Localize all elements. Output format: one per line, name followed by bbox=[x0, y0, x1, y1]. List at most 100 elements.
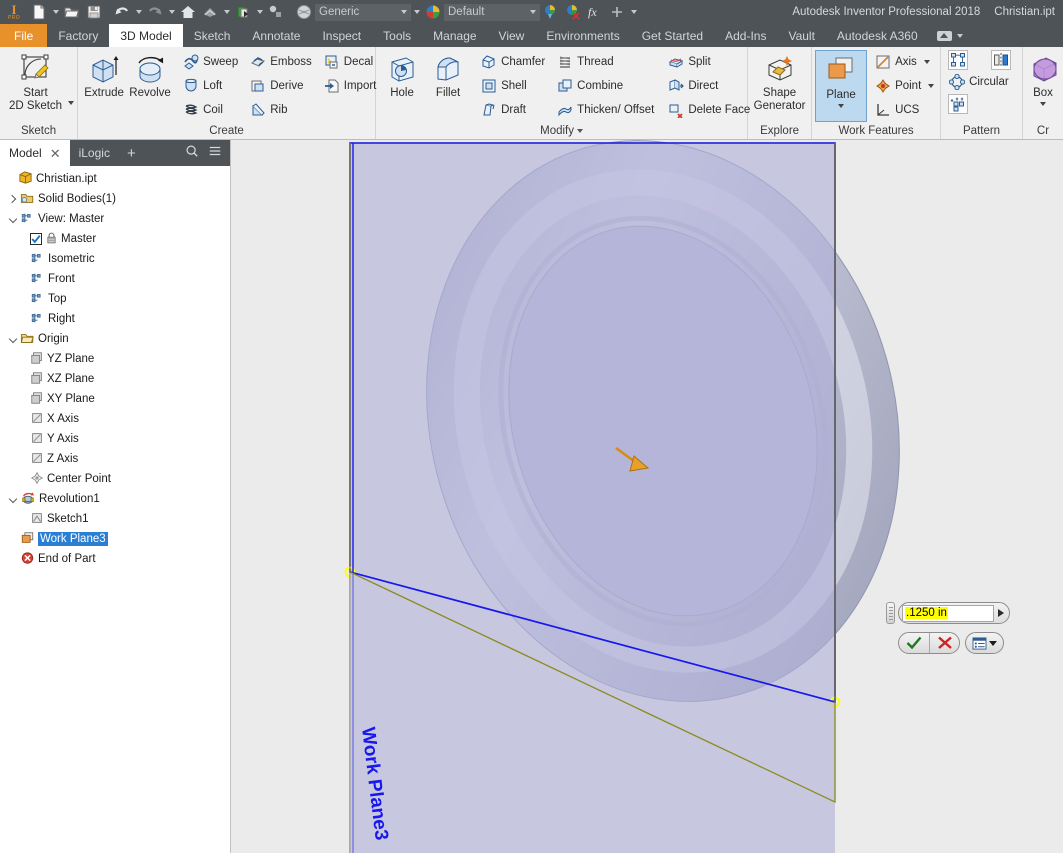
tree-item-solid-bodies[interactable]: Solid Bodies(1) bbox=[0, 189, 230, 209]
start-2d-sketch-button[interactable]: Start 2D Sketch bbox=[3, 50, 68, 113]
new-file-dropdown-icon[interactable] bbox=[50, 1, 61, 23]
ok-button[interactable] bbox=[899, 633, 929, 653]
work-axis-dropdown-icon[interactable] bbox=[923, 60, 930, 64]
tab-sketch[interactable]: Sketch bbox=[183, 24, 242, 47]
tree-item-work-plane3[interactable]: Work Plane3 bbox=[0, 529, 230, 549]
tree-item-z-axis[interactable]: Z Axis bbox=[0, 449, 230, 469]
tree-item-top[interactable]: Top bbox=[0, 289, 230, 309]
extrude-button[interactable]: Extrude bbox=[81, 50, 127, 101]
split-button[interactable]: Split bbox=[664, 50, 754, 74]
ucs-button[interactable]: UCS bbox=[871, 98, 938, 122]
master-checkbox[interactable] bbox=[30, 233, 42, 245]
appearance-selector[interactable]: Default bbox=[444, 3, 540, 21]
fillet-button[interactable]: Fillet bbox=[425, 50, 471, 101]
drag-grip[interactable] bbox=[886, 602, 895, 624]
tab-3d-model[interactable]: 3D Model bbox=[109, 24, 183, 47]
browser-tab-ilogic[interactable]: iLogic bbox=[70, 140, 119, 166]
import-button[interactable]: Import bbox=[320, 74, 381, 98]
options-dropdown[interactable] bbox=[965, 632, 1004, 654]
tab-file[interactable]: File bbox=[0, 24, 48, 47]
update-dropdown-icon[interactable] bbox=[254, 1, 265, 23]
redo-arrow-icon[interactable] bbox=[144, 1, 166, 23]
work-point-dropdown-icon[interactable] bbox=[928, 84, 935, 88]
sweep-button[interactable]: Sweep bbox=[179, 50, 242, 74]
update-green-icon[interactable] bbox=[232, 1, 254, 23]
new-file-icon[interactable] bbox=[28, 1, 50, 23]
work-point-button[interactable]: Point bbox=[871, 74, 938, 98]
plus-icon[interactable] bbox=[606, 1, 628, 23]
return-icon[interactable] bbox=[199, 1, 221, 23]
offset-value-field[interactable]: .1250 in bbox=[898, 602, 1010, 624]
tree-item-view-master[interactable]: View: Master bbox=[0, 209, 230, 229]
clear-appearance-icon[interactable] bbox=[562, 1, 584, 23]
tab-factory[interactable]: Factory bbox=[47, 24, 109, 47]
thread-button[interactable]: Thread bbox=[553, 50, 658, 74]
tab-view[interactable]: View bbox=[488, 24, 536, 47]
shell-button[interactable]: Shell bbox=[477, 74, 549, 98]
tab-tools[interactable]: Tools bbox=[372, 24, 422, 47]
tree-item-x-axis[interactable]: X Axis bbox=[0, 409, 230, 429]
search-icon[interactable] bbox=[185, 144, 199, 163]
cancel-button[interactable] bbox=[929, 633, 959, 653]
sketch-driven-pattern-button[interactable] bbox=[948, 94, 969, 114]
rectangular-pattern-button[interactable] bbox=[948, 50, 969, 70]
select-icon[interactable] bbox=[265, 1, 287, 23]
box-primitive-dropdown-icon[interactable] bbox=[1040, 101, 1046, 106]
work-axis-button[interactable]: Axis bbox=[871, 50, 938, 74]
draft-button[interactable]: Draft bbox=[477, 98, 549, 122]
coil-button[interactable]: Coil bbox=[179, 98, 242, 122]
decal-button[interactable]: Decal bbox=[320, 50, 381, 74]
return-dropdown-icon[interactable] bbox=[221, 1, 232, 23]
tab-add-ins[interactable]: Add-Ins bbox=[714, 24, 777, 47]
appearance-color-wheel-icon[interactable] bbox=[422, 1, 444, 23]
tree-item-end-of-part[interactable]: End of Part bbox=[0, 549, 230, 569]
expand-arrow[interactable] bbox=[994, 609, 1007, 617]
close-icon[interactable]: ✕ bbox=[50, 147, 61, 160]
emboss-button[interactable]: Emboss bbox=[246, 50, 316, 74]
tree-item-xy-plane[interactable]: XY Plane bbox=[0, 389, 230, 409]
hole-button[interactable]: Hole bbox=[379, 50, 425, 101]
a360-status[interactable] bbox=[929, 24, 971, 47]
tab-vault[interactable]: Vault bbox=[777, 24, 825, 47]
home-icon[interactable] bbox=[177, 1, 199, 23]
browser-tab-model[interactable]: Model ✕ bbox=[0, 140, 70, 166]
mirror-button[interactable] bbox=[991, 50, 1011, 70]
tree-item-origin[interactable]: Origin bbox=[0, 329, 230, 349]
start-2d-sketch-dropdown-icon[interactable] bbox=[68, 101, 75, 105]
tree-item-center-point[interactable]: Center Point bbox=[0, 469, 230, 489]
material-selector[interactable]: Generic bbox=[315, 3, 411, 21]
add-tab-button[interactable]: + bbox=[119, 140, 144, 166]
circular-pattern-button[interactable]: Circular bbox=[948, 70, 1013, 94]
paint-bucket-icon[interactable] bbox=[540, 1, 562, 23]
work-plane-button[interactable]: Plane bbox=[815, 50, 868, 122]
combine-button[interactable]: Combine bbox=[553, 74, 658, 98]
revolve-button[interactable]: Revolve bbox=[127, 50, 173, 101]
material-extra-dropdown-icon[interactable] bbox=[411, 1, 422, 23]
shape-generator-button[interactable]: Shape Generator bbox=[751, 50, 808, 113]
save-disk-icon[interactable] bbox=[83, 1, 105, 23]
delete-face-button[interactable]: Delete Face bbox=[664, 98, 754, 122]
undo-arrow-icon[interactable] bbox=[111, 1, 133, 23]
tree-item-isometric[interactable]: Isometric bbox=[0, 249, 230, 269]
customize-quick-access-icon[interactable] bbox=[628, 1, 639, 23]
tab-annotate[interactable]: Annotate bbox=[241, 24, 311, 47]
tab-inspect[interactable]: Inspect bbox=[311, 24, 372, 47]
redo-dropdown-icon[interactable] bbox=[166, 1, 177, 23]
tree-item-xz-plane[interactable]: XZ Plane bbox=[0, 369, 230, 389]
tab-autodesk-a360[interactable]: Autodesk A360 bbox=[826, 24, 929, 47]
rib-button[interactable]: Rib bbox=[246, 98, 316, 122]
tab-manage[interactable]: Manage bbox=[422, 24, 487, 47]
undo-dropdown-icon[interactable] bbox=[133, 1, 144, 23]
hamburger-menu-icon[interactable] bbox=[208, 144, 222, 163]
loft-button[interactable]: Loft bbox=[179, 74, 242, 98]
offset-value-input[interactable]: .1250 in bbox=[902, 604, 994, 622]
direct-button[interactable]: Direct bbox=[664, 74, 754, 98]
appearance-sphere-icon[interactable] bbox=[293, 1, 315, 23]
tree-item-part-document[interactable]: Christian.ipt bbox=[0, 169, 230, 189]
tab-environments[interactable]: Environments bbox=[535, 24, 630, 47]
fx-icon[interactable]: fx bbox=[584, 1, 606, 23]
tree-item-sketch1[interactable]: Sketch1 bbox=[0, 509, 230, 529]
modify-panel-dropdown-icon[interactable] bbox=[577, 128, 583, 133]
graphics-viewport[interactable]: Work Plane3 bbox=[231, 140, 1063, 853]
work-plane-dropdown-icon[interactable] bbox=[838, 103, 845, 108]
